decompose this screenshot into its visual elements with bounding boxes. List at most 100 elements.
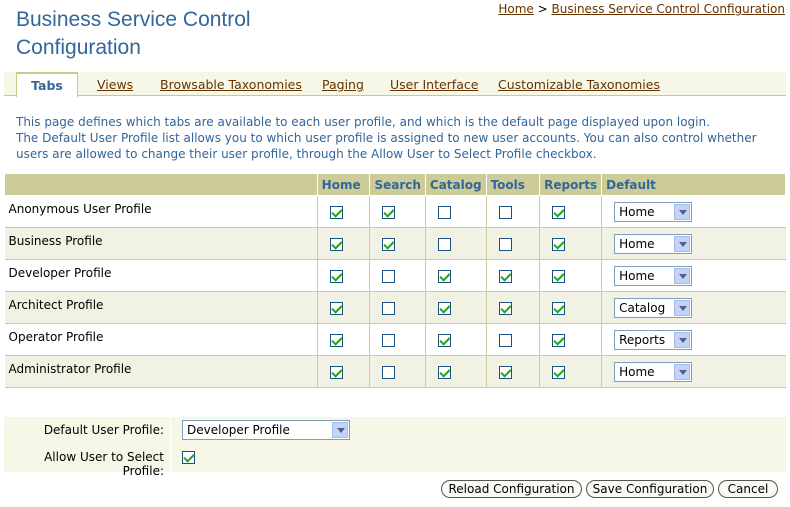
- header-catalog: Catalog: [424, 173, 487, 196]
- catalog-checkbox[interactable]: [437, 365, 451, 379]
- default-page-select[interactable]: Home: [614, 361, 693, 382]
- header-tools: Tools: [485, 173, 541, 196]
- catalog-checkbox[interactable]: [437, 301, 451, 315]
- profile-name: Anonymous User Profile: [4, 195, 318, 228]
- cell-catalog: [424, 259, 487, 292]
- cell-tools: [485, 195, 540, 228]
- description-line-2: The Default User Profile list allows you…: [16, 131, 757, 161]
- default-page-select[interactable]: Home: [614, 233, 693, 254]
- cell-tools: [485, 291, 540, 324]
- page-title: Business Service Control Configuration: [16, 8, 251, 59]
- breadcrumb: Home > Business Service Control Configur…: [498, 2, 785, 16]
- catalog-checkbox[interactable]: [437, 269, 451, 283]
- home-checkbox[interactable]: [329, 205, 343, 219]
- chevron-down-icon: [674, 331, 691, 348]
- cell-home: [316, 355, 370, 388]
- table-header-row: Home Search Catalog Tools Reports Defaul…: [4, 173, 786, 196]
- cell-home: [316, 323, 370, 356]
- reports-checkbox[interactable]: [552, 333, 566, 347]
- search-checkbox[interactable]: [382, 301, 396, 315]
- default-page-select[interactable]: Home: [614, 201, 693, 222]
- search-checkbox[interactable]: [382, 205, 396, 219]
- search-checkbox[interactable]: [382, 365, 396, 379]
- header-default: Default: [601, 173, 786, 196]
- default-page-value: Home: [619, 236, 655, 251]
- allow-user-select-profile-checkbox[interactable]: [182, 451, 195, 464]
- cell-reports: [539, 259, 602, 292]
- default-user-profile-value: Developer Profile: [187, 423, 290, 437]
- tools-checkbox[interactable]: [498, 205, 512, 219]
- chevron-down-icon: [674, 203, 691, 220]
- cancel-button[interactable]: Cancel: [718, 480, 778, 498]
- reload-configuration-button[interactable]: Reload Configuration: [441, 480, 582, 498]
- home-checkbox[interactable]: [329, 365, 343, 379]
- reports-checkbox[interactable]: [552, 237, 566, 251]
- default-page-value: Home: [619, 364, 655, 379]
- search-checkbox[interactable]: [382, 237, 396, 251]
- allow-user-select-profile-label: Allow User to Select Profile:: [44, 450, 164, 478]
- cell-home: [316, 291, 370, 324]
- cell-search: [369, 355, 426, 388]
- form-divider: [170, 417, 171, 472]
- cell-home: [316, 227, 370, 260]
- cell-default: Home: [601, 227, 786, 260]
- home-checkbox[interactable]: [329, 301, 343, 315]
- tab-customizable-taxonomies[interactable]: Customizable Taxonomies: [498, 77, 660, 92]
- tab-views[interactable]: Views: [97, 77, 133, 92]
- default-page-select[interactable]: Reports: [614, 329, 693, 350]
- cell-default: Reports: [601, 323, 786, 356]
- cell-search: [369, 195, 426, 228]
- home-checkbox[interactable]: [329, 269, 343, 283]
- reports-checkbox[interactable]: [552, 205, 566, 219]
- profile-name: Business Profile: [4, 227, 318, 260]
- tab-paging[interactable]: Paging: [322, 77, 364, 92]
- header-reports: Reports: [539, 173, 603, 196]
- reports-checkbox[interactable]: [552, 365, 566, 379]
- chevron-down-icon: [332, 422, 348, 438]
- cell-home: [316, 259, 370, 292]
- cell-search: [369, 291, 426, 324]
- tools-checkbox[interactable]: [498, 269, 512, 283]
- cell-tools: [485, 227, 540, 260]
- default-user-profile-select[interactable]: Developer Profile: [182, 420, 350, 440]
- table-row: Business Profile Home: [4, 227, 786, 260]
- breadcrumb-current-link[interactable]: Business Service Control Configuration: [552, 2, 785, 16]
- table-row: Administrator Profile Home: [4, 355, 786, 388]
- chevron-down-icon: [674, 235, 691, 252]
- cell-catalog: [424, 291, 487, 324]
- cell-default: Home: [601, 259, 786, 292]
- default-page-select[interactable]: Catalog: [614, 297, 693, 318]
- catalog-checkbox[interactable]: [437, 205, 451, 219]
- tools-checkbox[interactable]: [498, 333, 512, 347]
- cell-reports: [539, 355, 602, 388]
- catalog-checkbox[interactable]: [437, 237, 451, 251]
- cell-default: Catalog: [601, 291, 786, 324]
- tools-checkbox[interactable]: [498, 301, 512, 315]
- cell-search: [369, 323, 426, 356]
- profile-name: Developer Profile: [4, 259, 318, 292]
- default-page-select[interactable]: Home: [614, 265, 693, 286]
- chevron-down-icon: [674, 267, 691, 284]
- tab-user-interface[interactable]: User Interface: [390, 77, 478, 92]
- breadcrumb-home-link[interactable]: Home: [498, 2, 533, 16]
- tab-browsable-taxonomies[interactable]: Browsable Taxonomies: [160, 77, 302, 92]
- table-row: Developer Profile Home: [4, 259, 786, 292]
- cell-search: [369, 259, 426, 292]
- home-checkbox[interactable]: [329, 333, 343, 347]
- reports-checkbox[interactable]: [552, 269, 566, 283]
- tools-checkbox[interactable]: [498, 237, 512, 251]
- catalog-checkbox[interactable]: [437, 333, 451, 347]
- tab-tabs[interactable]: Tabs: [16, 72, 78, 97]
- cell-catalog: [424, 227, 487, 260]
- save-configuration-button[interactable]: Save Configuration: [586, 480, 714, 498]
- default-user-profile-label: Default User Profile:: [43, 423, 164, 437]
- chevron-down-icon: [674, 299, 691, 316]
- table-row: Operator Profile Reports: [4, 323, 786, 356]
- profile-name: Administrator Profile: [4, 355, 318, 388]
- search-checkbox[interactable]: [382, 333, 396, 347]
- reports-checkbox[interactable]: [552, 301, 566, 315]
- home-checkbox[interactable]: [329, 237, 343, 251]
- search-checkbox[interactable]: [382, 269, 396, 283]
- tools-checkbox[interactable]: [498, 365, 512, 379]
- default-page-value: Home: [619, 268, 655, 283]
